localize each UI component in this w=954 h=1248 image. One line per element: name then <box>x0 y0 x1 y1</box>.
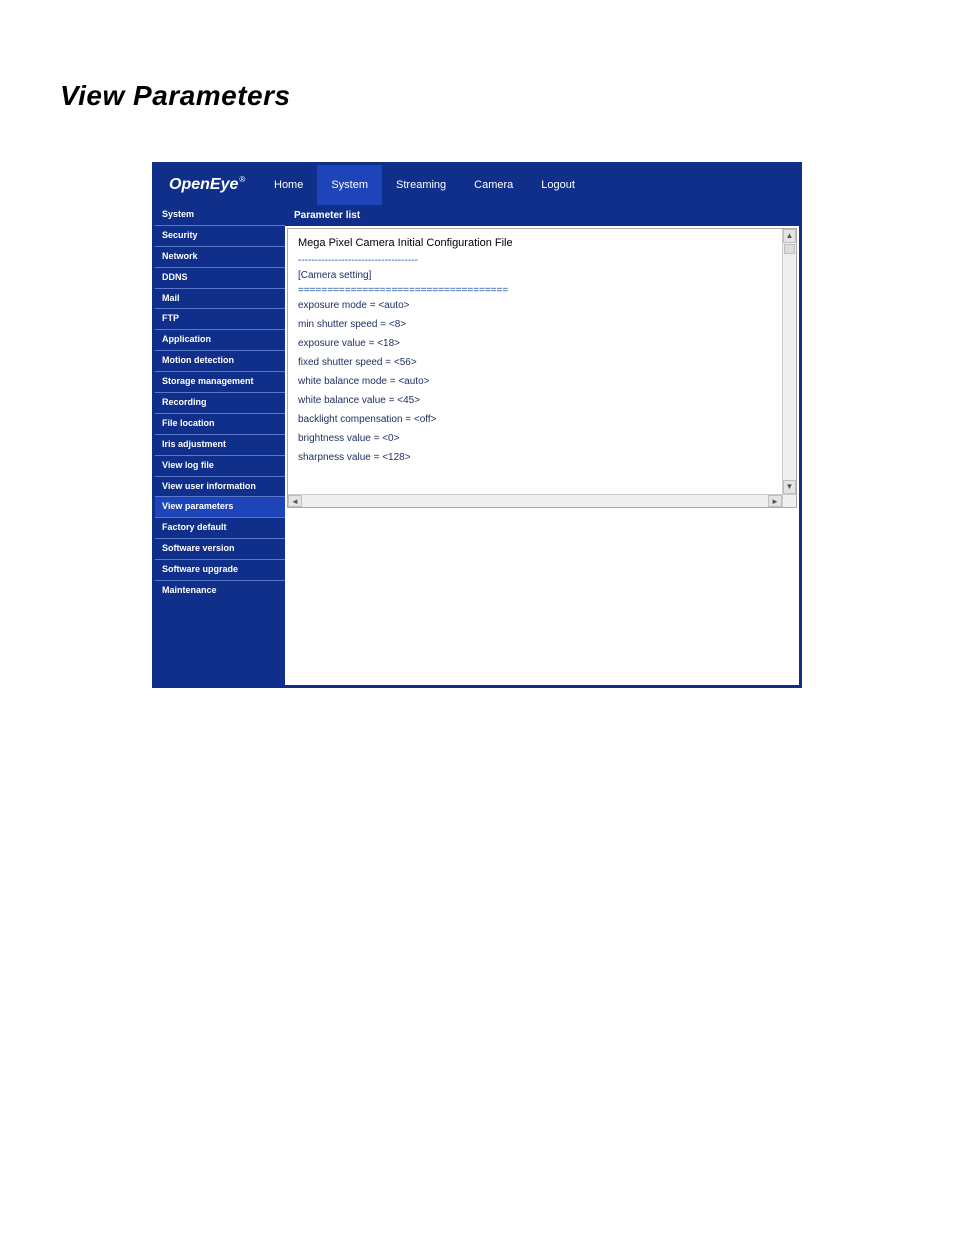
scroll-up-arrow-icon[interactable]: ▲ <box>783 229 796 243</box>
param-min-shutter-speed: min shutter speed = <8> <box>298 315 786 334</box>
sidebar-item-view-user-information[interactable]: View user information <box>155 476 285 497</box>
brand-logo: OpenEye® <box>155 165 260 205</box>
sidebar-item-label: Network <box>162 251 198 261</box>
sidebar: System Security Network DDNS Mail FTP Ap… <box>155 205 285 685</box>
sidebar-item-mail[interactable]: Mail <box>155 288 285 309</box>
param-backlight-compensation: backlight compensation = <off> <box>298 410 786 429</box>
sidebar-item-factory-default[interactable]: Factory default <box>155 517 285 538</box>
sidebar-item-application[interactable]: Application <box>155 329 285 350</box>
double-separator-line: ==================================== <box>298 285 786 296</box>
tab-label: Logout <box>541 179 575 191</box>
sidebar-item-maintenance[interactable]: Maintenance <box>155 580 285 601</box>
page-title: View Parameters <box>60 80 894 112</box>
section-label: [Camera setting] <box>298 266 786 285</box>
sidebar-item-view-log-file[interactable]: View log file <box>155 455 285 476</box>
sidebar-item-label: View parameters <box>162 501 233 511</box>
sidebar-item-label: Recording <box>162 397 207 407</box>
sidebar-item-label: FTP <box>162 313 179 323</box>
sidebar-item-label: Iris adjustment <box>162 439 226 449</box>
param-white-balance-mode: white balance mode = <auto> <box>298 372 786 391</box>
scroll-thumb[interactable] <box>784 244 795 254</box>
panel-body-wrap: Mega Pixel Camera Initial Configuration … <box>287 228 797 508</box>
sidebar-item-label: Mail <box>162 293 180 303</box>
content-area: Parameter list Mega Pixel Camera Initial… <box>285 205 799 685</box>
vertical-scrollbar[interactable]: ▲ ▼ <box>782 229 796 494</box>
sidebar-item-label: Application <box>162 334 211 344</box>
sidebar-item-ftp[interactable]: FTP <box>155 308 285 329</box>
horizontal-scrollbar[interactable]: ◄ ► <box>288 494 782 507</box>
sidebar-item-security[interactable]: Security <box>155 225 285 246</box>
app-body: System Security Network DDNS Mail FTP Ap… <box>155 205 799 685</box>
sidebar-item-label: Motion detection <box>162 355 234 365</box>
sidebar-item-storage-management[interactable]: Storage management <box>155 371 285 392</box>
param-exposure-mode: exposure mode = <auto> <box>298 296 786 315</box>
sidebar-item-label: System <box>162 209 194 219</box>
sidebar-item-label: File location <box>162 418 215 428</box>
sidebar-item-system[interactable]: System <box>155 205 285 225</box>
sidebar-item-label: View user information <box>162 481 256 491</box>
sidebar-item-software-version[interactable]: Software version <box>155 538 285 559</box>
sidebar-item-iris-adjustment[interactable]: Iris adjustment <box>155 434 285 455</box>
tab-label: Home <box>274 179 303 191</box>
tab-system[interactable]: System <box>317 165 382 205</box>
parameter-list-panel: Mega Pixel Camera Initial Configuration … <box>287 228 797 508</box>
param-brightness-value: brightness value = <0> <box>298 429 786 448</box>
sidebar-item-recording[interactable]: Recording <box>155 392 285 413</box>
tab-label: Camera <box>474 179 513 191</box>
separator-line: ------------------------------------ <box>298 255 786 266</box>
sidebar-item-view-parameters[interactable]: View parameters <box>155 496 285 517</box>
config-file-title: Mega Pixel Camera Initial Configuration … <box>298 235 786 255</box>
sidebar-item-label: Maintenance <box>162 585 217 595</box>
scroll-left-arrow-icon[interactable]: ◄ <box>288 495 302 507</box>
sidebar-item-file-location[interactable]: File location <box>155 413 285 434</box>
tab-home[interactable]: Home <box>260 165 317 205</box>
tab-label: System <box>331 179 368 191</box>
sidebar-item-label: DDNS <box>162 272 188 282</box>
sidebar-item-label: Storage management <box>162 376 254 386</box>
sidebar-item-label: Software version <box>162 543 235 553</box>
tab-bar: Home System Streaming Camera Logout <box>260 165 589 205</box>
param-sharpness-value: sharpness value = <128> <box>298 448 786 467</box>
scroll-corner <box>782 494 796 507</box>
scroll-down-arrow-icon[interactable]: ▼ <box>783 480 796 494</box>
app-window: OpenEye® Home System Streaming Camera Lo… <box>152 162 802 688</box>
app-header: OpenEye® Home System Streaming Camera Lo… <box>155 165 799 205</box>
tab-logout[interactable]: Logout <box>527 165 589 205</box>
sidebar-item-network[interactable]: Network <box>155 246 285 267</box>
sidebar-item-ddns[interactable]: DDNS <box>155 267 285 288</box>
param-exposure-value: exposure value = <18> <box>298 334 786 353</box>
param-white-balance-value: white balance value = <45> <box>298 391 786 410</box>
param-fixed-shutter-speed: fixed shutter speed = <56> <box>298 353 786 372</box>
sidebar-item-label: Security <box>162 230 198 240</box>
sidebar-item-software-upgrade[interactable]: Software upgrade <box>155 559 285 580</box>
sidebar-item-motion-detection[interactable]: Motion detection <box>155 350 285 371</box>
tab-label: Streaming <box>396 179 446 191</box>
tab-streaming[interactable]: Streaming <box>382 165 460 205</box>
sidebar-item-label: Software upgrade <box>162 564 238 574</box>
panel-header: Parameter list <box>285 205 799 226</box>
brand-text: OpenEye <box>169 176 238 194</box>
sidebar-item-label: Factory default <box>162 522 227 532</box>
sidebar-item-label: View log file <box>162 460 214 470</box>
trademark-icon: ® <box>239 175 245 184</box>
scroll-right-arrow-icon[interactable]: ► <box>768 495 782 507</box>
tab-camera[interactable]: Camera <box>460 165 527 205</box>
